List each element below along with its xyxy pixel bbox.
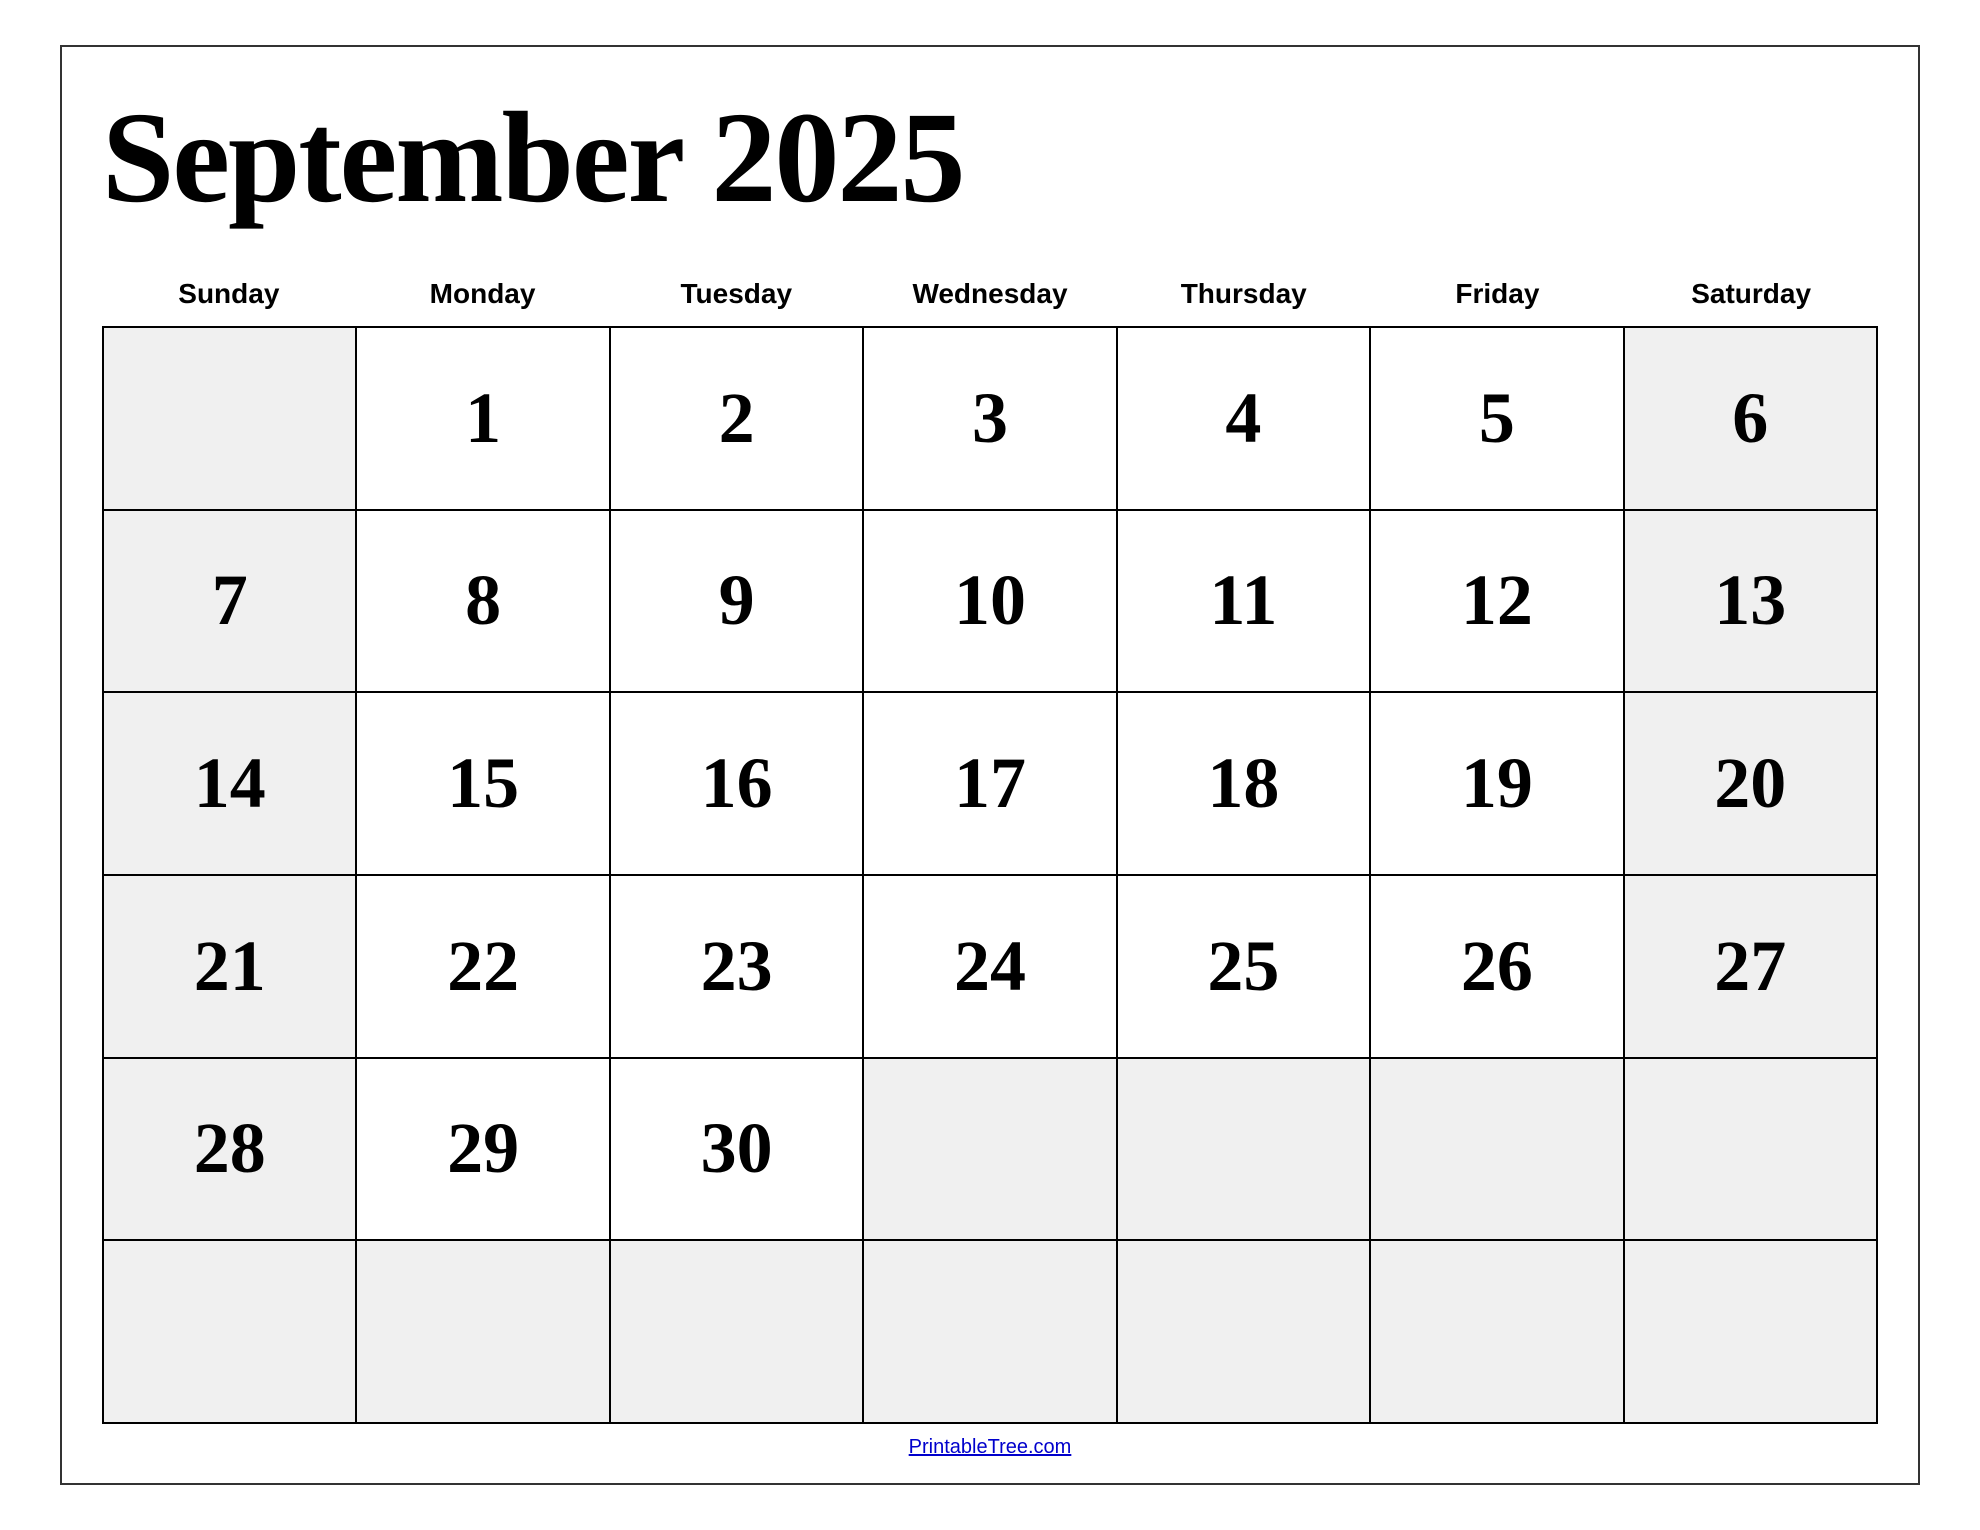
calendar-day-9: 9 xyxy=(611,511,864,694)
calendar-day-3: 3 xyxy=(864,328,1117,511)
calendar-day-21: 21 xyxy=(104,876,357,1059)
date-number: 24 xyxy=(954,925,1026,1008)
date-number: 4 xyxy=(1225,377,1261,460)
day-header-wednesday: Wednesday xyxy=(863,270,1117,318)
calendar-day-8: 8 xyxy=(357,511,610,694)
calendar-day-empty xyxy=(864,1059,1117,1242)
date-number: 5 xyxy=(1479,377,1515,460)
calendar-day-23: 23 xyxy=(611,876,864,1059)
calendar-day-empty xyxy=(1371,1059,1624,1242)
calendar-title: September 2025 xyxy=(102,77,1878,270)
calendar-day-4: 4 xyxy=(1118,328,1371,511)
date-number: 12 xyxy=(1461,559,1533,642)
date-number: 3 xyxy=(972,377,1008,460)
calendar-day-empty xyxy=(104,328,357,511)
date-number: 2 xyxy=(719,377,755,460)
calendar-day-empty xyxy=(104,1241,357,1424)
calendar-day-18: 18 xyxy=(1118,693,1371,876)
calendar-day-empty xyxy=(1371,1241,1624,1424)
date-number: 27 xyxy=(1714,925,1786,1008)
day-header-tuesday: Tuesday xyxy=(609,270,863,318)
calendar-day-29: 29 xyxy=(357,1059,610,1242)
calendar-day-24: 24 xyxy=(864,876,1117,1059)
day-header-friday: Friday xyxy=(1371,270,1625,318)
date-number: 11 xyxy=(1209,559,1277,642)
calendar-day-28: 28 xyxy=(104,1059,357,1242)
calendar-day-20: 20 xyxy=(1625,693,1878,876)
calendar-day-17: 17 xyxy=(864,693,1117,876)
calendar-day-13: 13 xyxy=(1625,511,1878,694)
date-number: 29 xyxy=(447,1107,519,1190)
calendar-day-10: 10 xyxy=(864,511,1117,694)
calendar-day-22: 22 xyxy=(357,876,610,1059)
calendar-day-30: 30 xyxy=(611,1059,864,1242)
day-header-monday: Monday xyxy=(356,270,610,318)
date-number: 22 xyxy=(447,925,519,1008)
calendar-day-1: 1 xyxy=(357,328,610,511)
calendar-grid: 1234567891011121314151617181920212223242… xyxy=(102,326,1878,1424)
date-number: 28 xyxy=(194,1107,266,1190)
calendar-day-5: 5 xyxy=(1371,328,1624,511)
date-number: 1 xyxy=(465,377,501,460)
calendar-day-15: 15 xyxy=(357,693,610,876)
calendar-day-12: 12 xyxy=(1371,511,1624,694)
date-number: 14 xyxy=(194,742,266,825)
date-number: 18 xyxy=(1207,742,1279,825)
date-number: 16 xyxy=(701,742,773,825)
date-number: 7 xyxy=(212,559,248,642)
calendar-day-26: 26 xyxy=(1371,876,1624,1059)
calendar-day-empty xyxy=(1625,1241,1878,1424)
calendar-day-empty xyxy=(611,1241,864,1424)
date-number: 17 xyxy=(954,742,1026,825)
calendar-day-16: 16 xyxy=(611,693,864,876)
calendar-day-empty xyxy=(1118,1241,1371,1424)
footer-link[interactable]: PrintableTree.com xyxy=(909,1436,1072,1458)
date-number: 23 xyxy=(701,925,773,1008)
calendar-day-empty xyxy=(1625,1059,1878,1242)
date-number: 9 xyxy=(719,559,755,642)
day-header-saturday: Saturday xyxy=(1624,270,1878,318)
footer: PrintableTree.com xyxy=(102,1424,1878,1463)
calendar-day-7: 7 xyxy=(104,511,357,694)
date-number: 19 xyxy=(1461,742,1533,825)
calendar-day-14: 14 xyxy=(104,693,357,876)
calendar-day-empty xyxy=(1118,1059,1371,1242)
calendar-day-2: 2 xyxy=(611,328,864,511)
calendar-day-6: 6 xyxy=(1625,328,1878,511)
date-number: 30 xyxy=(701,1107,773,1190)
calendar-day-19: 19 xyxy=(1371,693,1624,876)
calendar-day-11: 11 xyxy=(1118,511,1371,694)
calendar-day-25: 25 xyxy=(1118,876,1371,1059)
day-header-thursday: Thursday xyxy=(1117,270,1371,318)
date-number: 15 xyxy=(447,742,519,825)
date-number: 6 xyxy=(1732,377,1768,460)
date-number: 8 xyxy=(465,559,501,642)
date-number: 20 xyxy=(1714,742,1786,825)
day-header-sunday: Sunday xyxy=(102,270,356,318)
date-number: 10 xyxy=(954,559,1026,642)
date-number: 21 xyxy=(194,925,266,1008)
date-number: 13 xyxy=(1714,559,1786,642)
calendar-day-27: 27 xyxy=(1625,876,1878,1059)
calendar-container: September 2025 SundayMondayTuesdayWednes… xyxy=(60,45,1920,1485)
calendar-day-empty xyxy=(357,1241,610,1424)
date-number: 25 xyxy=(1207,925,1279,1008)
day-headers-row: SundayMondayTuesdayWednesdayThursdayFrid… xyxy=(102,270,1878,326)
calendar-day-empty xyxy=(864,1241,1117,1424)
date-number: 26 xyxy=(1461,925,1533,1008)
